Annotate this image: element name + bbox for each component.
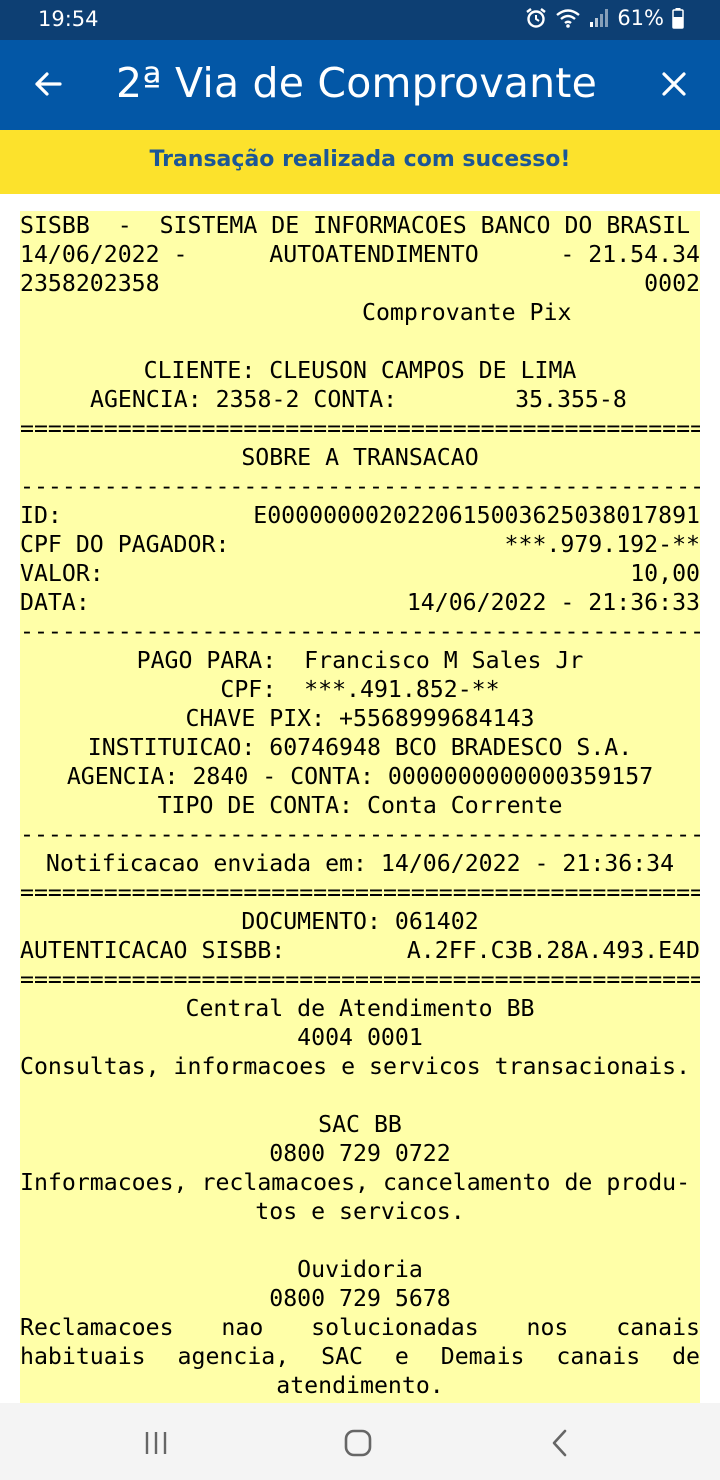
ouvidoria-description-3: atendimento.	[276, 1372, 444, 1399]
authentication-label: AUTENTICACAO SISBB:	[20, 937, 286, 964]
client-name: CLIENTE: CLEUSON CAMPOS DE LIMA	[143, 357, 577, 384]
payee-institution: INSTITUICAO: 60746948 BCO BRADESCO S.A.	[87, 734, 633, 761]
central-title: Central de Atendimento BB	[185, 995, 535, 1022]
receipt-date: 14/06/2022 -	[20, 241, 188, 268]
date-row: DATA: 14/06/2022 - 21:36:33	[20, 588, 700, 617]
central-description: Consultas, informacoes e servicos transa…	[20, 1053, 691, 1080]
close-icon[interactable]	[654, 64, 694, 104]
payee-name: PAGO PARA: Francisco M Sales Jr	[136, 647, 584, 674]
section-title: SOBRE A TRANSACAO	[241, 444, 479, 471]
back-arrow-icon[interactable]	[28, 64, 68, 104]
sac-description-2: tos e servicos.	[255, 1198, 465, 1225]
payee-cpf: CPF: ***.491.852-**	[220, 676, 500, 703]
receipt-doc-title: Comprovante Pix	[362, 299, 572, 326]
divider-double: ========================================…	[20, 966, 700, 993]
receipt-time: - 21.54.34	[560, 241, 700, 268]
recent-apps-icon[interactable]	[136, 1423, 176, 1463]
ouvidoria-description-1: Reclamacoes nao solucionadas nos canais	[20, 1314, 700, 1341]
payer-cpf-label: CPF DO PAGADOR:	[20, 531, 230, 558]
battery-percent: 61%	[617, 6, 664, 30]
date-label: DATA:	[20, 589, 90, 616]
receipt-system-line: SISBB - SISTEMA DE INFORMACOES BANCO DO …	[20, 212, 691, 239]
status-time: 19:54	[38, 7, 99, 31]
home-icon[interactable]	[338, 1423, 378, 1463]
divider-single: ----------------------------------------…	[20, 821, 700, 848]
status-bar: 19:54 61%	[0, 0, 720, 40]
value-label: VALOR:	[20, 560, 104, 587]
alarm-icon	[526, 8, 547, 28]
notification-line: Notificacao enviada em: 14/06/2022 - 21:…	[45, 850, 675, 877]
divider-double: ========================================…	[20, 879, 700, 906]
payer-cpf-value: ***.979.192-**	[504, 531, 700, 558]
document-number: DOCUMENTO: 061402	[241, 908, 479, 935]
transaction-id-row: ID: E0000000020220615003625038017891	[20, 501, 700, 530]
page-title: 2ª Via de Comprovante	[116, 59, 598, 107]
client-account: 35.355-8	[515, 386, 627, 413]
sac-description-1: Informacoes, reclamacoes, cancelamento d…	[20, 1169, 691, 1196]
transaction-id-label: ID:	[20, 502, 62, 529]
divider-single: ----------------------------------------…	[20, 473, 700, 500]
authentication-value: A.2FF.C3B.28A.493.E4D	[406, 937, 700, 964]
receipt-sequence: 0002	[644, 270, 700, 297]
app-bar: 2ª Via de Comprovante	[0, 40, 720, 130]
receipt: SISBB - SISTEMA DE INFORMACOES BANCO DO …	[20, 211, 700, 1403]
divider-double: ========================================…	[20, 415, 700, 442]
wifi-icon	[556, 9, 581, 28]
receipt-terminal: 2358202358	[20, 270, 160, 297]
value-row: VALOR: 10,00	[20, 559, 700, 588]
ouvidoria-phone: 0800 729 5678	[269, 1285, 451, 1312]
client-account-line: AGENCIA: 2358-2 CONTA: 35.355-8	[20, 385, 700, 414]
authentication-row: AUTENTICACAO SISBB: A.2FF.C3B.28A.493.E4…	[20, 936, 700, 965]
success-message: Transação realizada com sucesso!	[149, 147, 571, 172]
value-amount: 10,00	[630, 560, 700, 587]
navigation-bar	[0, 1403, 720, 1480]
sac-title: SAC BB	[318, 1111, 402, 1138]
divider-single: ----------------------------------------…	[20, 618, 700, 645]
battery-icon	[672, 8, 684, 29]
ouvidoria-description-2: habituais agencia, SAC e Demais canais d…	[20, 1343, 700, 1370]
client-agency: AGENCIA: 2358-2 CONTA:	[90, 386, 398, 413]
payee-agency-account: AGENCIA: 2840 - CONTA: 00000000000003591…	[66, 763, 654, 790]
payee-account-type: TIPO DE CONTA: Conta Corrente	[157, 792, 563, 819]
receipt-terminal-line: 2358202358 0002	[20, 269, 700, 298]
transaction-id-value: E0000000020220615003625038017891	[253, 502, 700, 529]
receipt-date-line: 14/06/2022 - AUTOATENDIMENTO - 21.54.34	[20, 240, 700, 269]
payee-pix-key: CHAVE PIX: +5568999684143	[185, 705, 535, 732]
success-banner: Transação realizada com sucesso!	[0, 130, 720, 194]
payer-cpf-row: CPF DO PAGADOR: ***.979.192-**	[20, 530, 700, 559]
back-icon[interactable]	[540, 1423, 580, 1463]
central-phone: 4004 0001	[297, 1024, 423, 1051]
date-value: 14/06/2022 - 21:36:33	[406, 589, 700, 616]
ouvidoria-title: Ouvidoria	[297, 1256, 423, 1283]
sac-phone: 0800 729 0722	[269, 1140, 451, 1167]
receipt-channel: AUTOATENDIMENTO	[269, 241, 479, 268]
signal-icon	[590, 9, 609, 27]
